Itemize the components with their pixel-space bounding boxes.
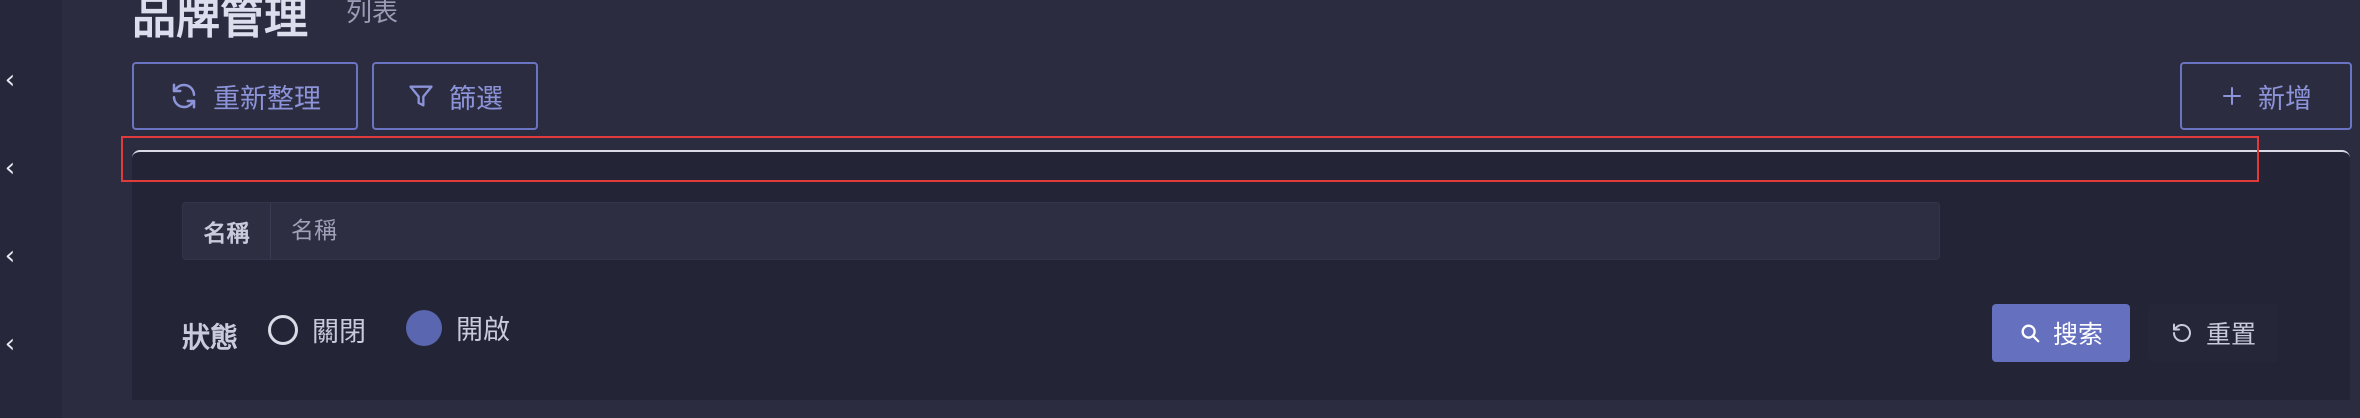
refresh-button[interactable]: 重新整理 (132, 62, 358, 130)
search-button[interactable]: 搜索 (1992, 304, 2130, 362)
filter-button[interactable]: 篩選 (372, 62, 538, 130)
name-field: 名稱 (182, 202, 1940, 260)
status-radio-on-label: 開啟 (456, 315, 510, 346)
status-label: 狀態 (182, 321, 239, 354)
status-radio-off[interactable]: 關閉 (268, 310, 366, 349)
search-button-label: 搜索 (2052, 320, 2103, 349)
refresh-button-label: 重新整理 (213, 83, 321, 115)
status-radio-on[interactable]: 開啟 (406, 308, 510, 347)
chevron-left-icon[interactable]: ‹ (0, 155, 20, 181)
page-title: 品牌管理 (132, 0, 308, 44)
filter-panel (132, 150, 2350, 400)
plus-icon (2220, 84, 2244, 108)
reset-button-label: 重置 (2205, 320, 2256, 349)
chevron-left-icon[interactable]: ‹ (0, 243, 20, 269)
name-input[interactable] (271, 202, 1939, 260)
filter-button-label: 篩選 (449, 83, 503, 115)
chevron-left-icon[interactable]: ‹ (0, 331, 20, 357)
page-subtitle: 列表 (346, 0, 399, 28)
highlight-box (121, 136, 2259, 182)
sidebar: ‹ ‹ ‹ ‹ (0, 0, 62, 418)
add-button[interactable]: 新增 (2180, 62, 2352, 130)
add-button-label: 新增 (2258, 83, 2312, 115)
reset-button[interactable]: 重置 (2148, 304, 2278, 362)
filter-icon (407, 82, 435, 110)
radio-checked-icon (406, 309, 442, 346)
radio-unchecked-icon (268, 314, 298, 345)
reset-icon (2170, 321, 2194, 345)
name-field-label: 名稱 (183, 203, 271, 259)
chevron-left-icon[interactable]: ‹ (0, 67, 20, 93)
search-icon (2019, 322, 2041, 344)
refresh-icon (169, 81, 199, 111)
status-radio-off-label: 關閉 (312, 317, 366, 348)
